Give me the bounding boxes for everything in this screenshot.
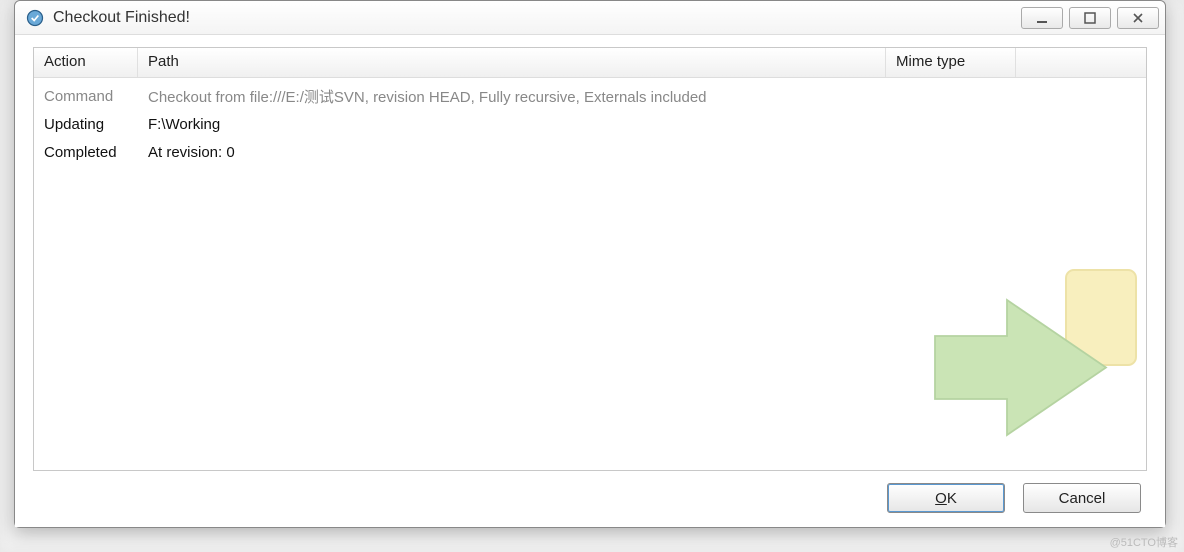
ok-button[interactable]: OK bbox=[887, 483, 1005, 513]
maximize-button[interactable] bbox=[1069, 7, 1111, 29]
listview-header: Action Path Mime type bbox=[34, 48, 1146, 78]
button-bar: OK Cancel bbox=[33, 471, 1147, 519]
cell-action: Command bbox=[34, 88, 138, 105]
column-header-action[interactable]: Action bbox=[34, 48, 138, 77]
ok-label: OK bbox=[935, 490, 957, 507]
client-area: Action Path Mime type Command Checkout f… bbox=[15, 35, 1165, 527]
cell-path: At revision: 0 bbox=[138, 144, 886, 161]
cell-action: Updating bbox=[34, 116, 138, 133]
checkout-finished-dialog: Checkout Finished! Action Path Mime type bbox=[14, 0, 1166, 528]
titlebar[interactable]: Checkout Finished! bbox=[15, 1, 1165, 35]
window-title: Checkout Finished! bbox=[53, 9, 190, 27]
column-header-extra[interactable] bbox=[1016, 48, 1146, 77]
log-listview[interactable]: Action Path Mime type Command Checkout f… bbox=[33, 47, 1147, 471]
cell-path: F:\Working bbox=[138, 116, 886, 133]
close-button[interactable] bbox=[1117, 7, 1159, 29]
table-row[interactable]: Completed At revision: 0 bbox=[34, 138, 1146, 166]
checkout-watermark-icon bbox=[926, 240, 1146, 470]
table-row[interactable]: Command Checkout from file:///E:/测试SVN, … bbox=[34, 82, 1146, 110]
table-row[interactable]: Updating F:\Working bbox=[34, 110, 1146, 138]
cell-action: Completed bbox=[34, 144, 138, 161]
page-watermark: @51CTO博客 bbox=[1110, 534, 1178, 550]
cancel-button[interactable]: Cancel bbox=[1023, 483, 1141, 513]
cell-path: Checkout from file:///E:/测试SVN, revision… bbox=[138, 86, 886, 107]
app-icon bbox=[25, 8, 45, 28]
column-header-mime[interactable]: Mime type bbox=[886, 48, 1016, 77]
column-header-path[interactable]: Path bbox=[138, 48, 886, 77]
minimize-button[interactable] bbox=[1021, 7, 1063, 29]
listview-body: Command Checkout from file:///E:/测试SVN, … bbox=[34, 78, 1146, 170]
window-controls bbox=[1021, 7, 1159, 29]
cancel-label: Cancel bbox=[1059, 490, 1106, 507]
